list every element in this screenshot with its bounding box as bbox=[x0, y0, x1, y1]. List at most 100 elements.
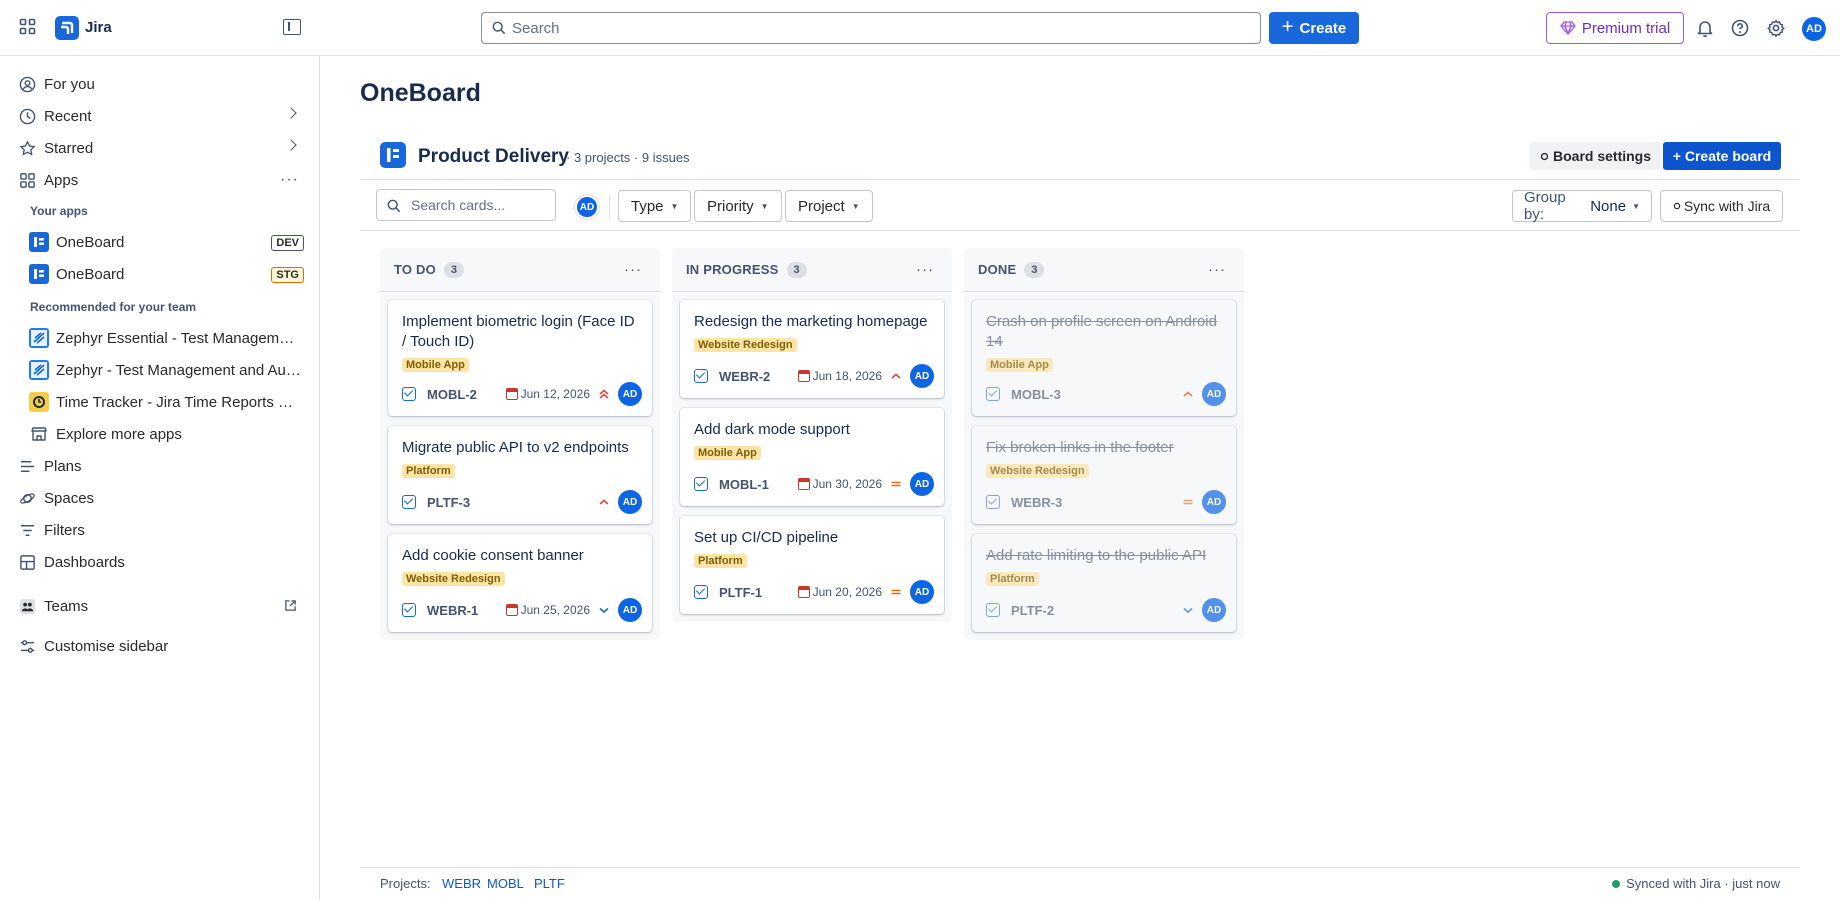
issue-card[interactable]: Fix broken links in the footer Website R… bbox=[972, 426, 1236, 524]
zephyr-app-icon bbox=[29, 360, 49, 380]
priority-filter-dropdown[interactable]: Priority ▼ bbox=[694, 190, 782, 222]
external-link-icon[interactable] bbox=[284, 599, 297, 612]
dropdown-label: Priority bbox=[707, 197, 754, 215]
help-icon[interactable] bbox=[1730, 18, 1750, 38]
sidebar-app-zephyr[interactable]: Zephyr - Test Management and Automation bbox=[29, 356, 304, 384]
issue-key[interactable]: MOBL-1 bbox=[719, 477, 769, 492]
assignee-avatar[interactable]: AD bbox=[910, 580, 934, 604]
board-name: Product Delivery bbox=[418, 146, 569, 167]
sidebar-item-apps[interactable]: Apps ··· bbox=[18, 166, 303, 194]
due-date: Jun 30, 2026 bbox=[797, 477, 882, 491]
sidebar-item-recent[interactable]: Recent bbox=[18, 102, 303, 130]
assignee-avatar[interactable]: AD bbox=[1202, 382, 1226, 406]
search-input[interactable] bbox=[512, 13, 1252, 43]
sidebar-item-for-you[interactable]: For you bbox=[18, 70, 303, 98]
premium-trial-button[interactable]: Premium trial bbox=[1546, 12, 1684, 44]
chevron-right-icon bbox=[285, 107, 297, 119]
assignee-avatar[interactable]: AD bbox=[618, 598, 642, 622]
create-button[interactable]: + Create bbox=[1269, 12, 1359, 44]
more-actions-icon[interactable]: ··· bbox=[1208, 261, 1226, 278]
plans-icon bbox=[18, 457, 36, 475]
settings-gear-icon[interactable] bbox=[1766, 18, 1786, 38]
issue-card[interactable]: Add dark mode support Mobile App MOBL-1 … bbox=[680, 408, 944, 506]
assignee-avatar[interactable]: AD bbox=[1202, 490, 1226, 514]
assignee-avatar[interactable]: AD bbox=[910, 364, 934, 388]
project-filter-dropdown[interactable]: Project ▼ bbox=[785, 190, 873, 222]
type-filter-dropdown[interactable]: Type ▼ bbox=[618, 190, 692, 222]
assignee-avatar[interactable]: AD bbox=[618, 490, 642, 514]
issue-key[interactable]: PLTF-1 bbox=[719, 585, 762, 600]
sync-with-jira-button[interactable]: Sync with Jira bbox=[1660, 190, 1783, 222]
notifications-bell-icon[interactable] bbox=[1695, 18, 1715, 38]
issue-card[interactable]: Implement biometric login (Face ID / Tou… bbox=[388, 300, 652, 416]
column-count: 3 bbox=[1024, 261, 1045, 278]
more-actions-icon[interactable]: ··· bbox=[280, 171, 299, 189]
card-search-input[interactable] bbox=[411, 190, 551, 220]
user-avatar[interactable]: AD bbox=[1802, 17, 1826, 41]
column-todo: TO DO 3 ··· Implement biometric login (F… bbox=[380, 248, 660, 640]
issue-key[interactable]: WEBR-3 bbox=[1011, 495, 1062, 510]
sidebar-app-oneboard-dev[interactable]: OneBoard DEV bbox=[29, 228, 304, 256]
board-settings-button[interactable]: Board settings bbox=[1530, 142, 1662, 170]
more-actions-icon[interactable]: ··· bbox=[916, 261, 934, 278]
filter-icon bbox=[18, 521, 36, 539]
column-title: IN PROGRESS bbox=[686, 262, 779, 277]
column-title: TO DO bbox=[394, 262, 436, 277]
sidebar-item-dashboards[interactable]: Dashboards bbox=[18, 548, 303, 576]
issue-key[interactable]: PLTF-2 bbox=[1011, 603, 1054, 618]
more-actions-icon[interactable]: ··· bbox=[624, 261, 642, 278]
project-link-pltf[interactable]: PLTF bbox=[534, 876, 565, 891]
sidebar-item-teams[interactable]: Teams bbox=[18, 592, 303, 620]
sidebar-item-label: Customise sidebar bbox=[44, 637, 169, 655]
sidebar-app-time-tracker[interactable]: Time Tracker - Jira Time Reports & Times… bbox=[29, 388, 304, 416]
sidebar-item-customise[interactable]: Customise sidebar bbox=[18, 632, 303, 660]
collapse-sidebar-icon[interactable] bbox=[283, 19, 301, 35]
issue-key[interactable]: PLTF-3 bbox=[427, 495, 470, 510]
project-link-webr[interactable]: WEBR bbox=[442, 876, 481, 891]
assignee-avatar[interactable]: AD bbox=[1202, 598, 1226, 622]
issue-card[interactable]: Set up CI/CD pipeline Platform PLTF-1 Ju… bbox=[680, 516, 944, 614]
diamond-icon bbox=[1560, 21, 1576, 35]
explore-more-apps[interactable]: Explore more apps bbox=[29, 420, 304, 448]
sidebar-item-label: Recent bbox=[44, 107, 92, 125]
sync-status: Synced with Jira · just now bbox=[1612, 876, 1780, 891]
jira-logo-icon[interactable] bbox=[55, 16, 79, 40]
due-date-text: Jun 18, 2026 bbox=[812, 369, 882, 383]
oneboard-app-icon bbox=[29, 264, 49, 284]
due-date: Jun 12, 2026 bbox=[505, 387, 590, 401]
create-label: Create bbox=[1299, 19, 1347, 37]
sidebar-app-zephyr-essential[interactable]: Zephyr Essential - Test Management for J… bbox=[29, 324, 304, 352]
app-switcher-icon[interactable] bbox=[18, 17, 38, 37]
priority-highest-icon bbox=[596, 387, 612, 401]
issue-key[interactable]: WEBR-1 bbox=[427, 603, 478, 618]
project-link-mobl[interactable]: MOBL bbox=[487, 876, 524, 891]
due-date: Jun 20, 2026 bbox=[797, 585, 882, 599]
app-name[interactable]: Jira bbox=[85, 19, 112, 36]
issue-card[interactable]: Migrate public API to v2 endpoints Platf… bbox=[388, 426, 652, 524]
sidebar-app-oneboard-stg[interactable]: OneBoard STG bbox=[29, 260, 304, 288]
create-board-button[interactable]: + Create board bbox=[1663, 142, 1781, 170]
issue-key[interactable]: MOBL-2 bbox=[427, 387, 477, 402]
zephyr-app-icon bbox=[29, 328, 49, 348]
assignee-avatar[interactable]: AD bbox=[910, 472, 934, 496]
sidebar-item-starred[interactable]: Starred bbox=[18, 134, 303, 162]
assignee-filter-avatar[interactable]: AD bbox=[575, 195, 599, 219]
issue-card[interactable]: Add cookie consent banner Website Redesi… bbox=[388, 534, 652, 632]
issue-key[interactable]: WEBR-2 bbox=[719, 369, 770, 384]
sidebar-item-filters[interactable]: Filters bbox=[18, 516, 303, 544]
issue-key[interactable]: MOBL-3 bbox=[1011, 387, 1061, 402]
card-title: Crash on profile screen on Android 14 bbox=[986, 313, 1217, 350]
issue-card[interactable]: Add rate limiting to the public API Plat… bbox=[972, 534, 1236, 632]
calendar-icon bbox=[797, 370, 810, 382]
top-navigation-bar: Jira + Create Premium trial AD bbox=[0, 0, 1840, 56]
sidebar-item-plans[interactable]: Plans bbox=[18, 452, 303, 480]
column-title: DONE bbox=[978, 262, 1017, 277]
card-search[interactable] bbox=[376, 189, 556, 221]
sidebar-item-spaces[interactable]: Spaces bbox=[18, 484, 303, 512]
issue-card[interactable]: Redesign the marketing homepage Website … bbox=[680, 300, 944, 398]
sidebar-item-label: Filters bbox=[44, 521, 85, 539]
group-by-dropdown[interactable]: Group by: None ▼ bbox=[1512, 189, 1652, 223]
issue-card[interactable]: Crash on profile screen on Android 14 Mo… bbox=[972, 300, 1236, 416]
assignee-avatar[interactable]: AD bbox=[618, 382, 642, 406]
global-search[interactable] bbox=[481, 12, 1261, 44]
